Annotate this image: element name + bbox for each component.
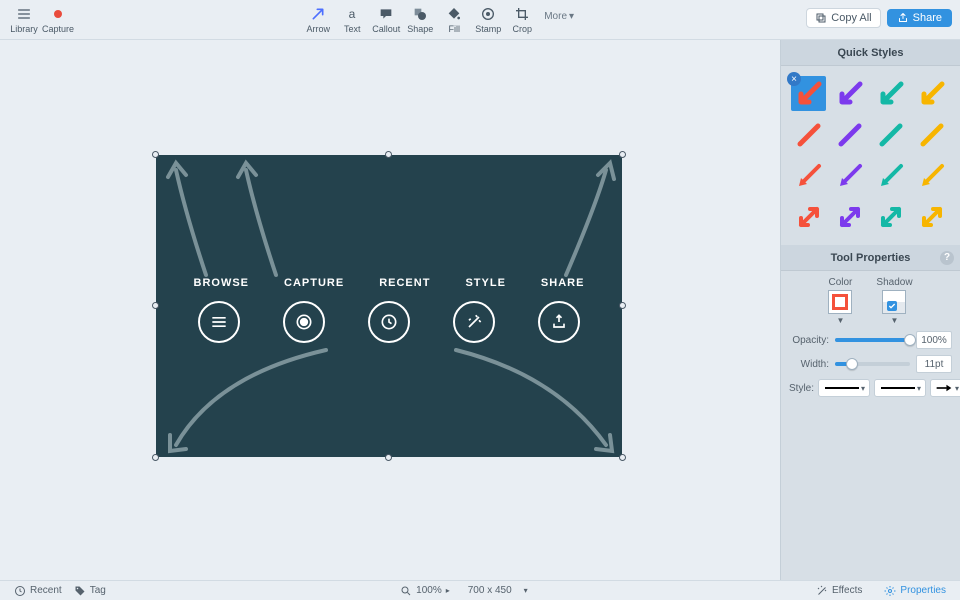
- canvas-label: SHARE: [541, 277, 585, 289]
- canvas-label: RECENT: [379, 277, 430, 289]
- quick-style-swatch[interactable]: [832, 117, 867, 152]
- text-icon: a: [344, 6, 360, 22]
- crop-tool[interactable]: Crop: [506, 4, 538, 34]
- width-label: Width:: [789, 359, 829, 370]
- dash-style-picker[interactable]: ▾: [874, 379, 926, 397]
- chevron-down-icon[interactable]: ▼: [891, 316, 899, 325]
- quick-style-swatch[interactable]: [791, 200, 826, 235]
- share-button[interactable]: Share: [887, 9, 952, 27]
- chevron-down-icon: ▸: [446, 586, 450, 595]
- canvas-dimensions: 700 x 450: [468, 585, 512, 596]
- width-value[interactable]: 11pt: [916, 355, 952, 373]
- quick-style-swatch[interactable]: ×: [791, 76, 826, 111]
- chevron-down-icon: ▾: [569, 11, 574, 22]
- quick-style-swatch[interactable]: [832, 200, 867, 235]
- share-circle-icon: [538, 301, 580, 343]
- more-tools[interactable]: More▾: [540, 6, 578, 26]
- crop-icon: [514, 6, 530, 22]
- canvas-label: CAPTURE: [284, 277, 344, 289]
- shadow-label: Shadow: [876, 277, 912, 288]
- fill-icon: [446, 6, 462, 22]
- quick-styles-grid: ×: [781, 66, 960, 245]
- canvas-label: BROWSE: [194, 277, 250, 289]
- canvas-image[interactable]: BROWSE CAPTURE RECENT STYLE SHARE: [156, 155, 622, 457]
- text-tool[interactable]: a Text: [336, 4, 368, 34]
- quick-style-swatch[interactable]: [791, 159, 826, 194]
- quick-style-swatch[interactable]: [915, 200, 950, 235]
- recent-button[interactable]: Recent: [8, 585, 68, 597]
- color-swatch[interactable]: [828, 290, 852, 314]
- capture-button[interactable]: Capture: [42, 4, 74, 34]
- opacity-label: Opacity:: [789, 335, 829, 346]
- check-icon: [887, 301, 897, 311]
- copy-all-button[interactable]: Copy All: [806, 8, 880, 28]
- tag-button[interactable]: Tag: [68, 585, 112, 597]
- chevron-down-icon[interactable]: ▾: [524, 586, 528, 595]
- shape-icon: [412, 6, 428, 22]
- quick-style-swatch[interactable]: [791, 117, 826, 152]
- quick-style-swatch[interactable]: [915, 159, 950, 194]
- style-label: Style:: [789, 383, 814, 394]
- help-icon[interactable]: ?: [940, 251, 954, 265]
- recent-circle-icon: [368, 301, 410, 343]
- properties-button[interactable]: Properties: [878, 585, 952, 597]
- wand-icon: [816, 585, 828, 597]
- tag-icon: [74, 585, 86, 597]
- zoom-icon: [400, 585, 412, 597]
- clock-icon: [14, 585, 26, 597]
- line-style-picker[interactable]: ▾: [818, 379, 870, 397]
- callout-icon: [378, 6, 394, 22]
- menu-icon: [16, 6, 32, 22]
- opacity-value[interactable]: 100%: [916, 331, 952, 349]
- quick-style-swatch[interactable]: [874, 200, 909, 235]
- stamp-icon: [480, 6, 496, 22]
- quick-style-swatch[interactable]: [915, 76, 950, 111]
- style-circle-icon: [453, 301, 495, 343]
- library-button[interactable]: Library: [8, 4, 40, 34]
- capture-circle-icon: [283, 301, 325, 343]
- svg-text:a: a: [349, 7, 356, 21]
- fill-tool[interactable]: Fill: [438, 4, 470, 34]
- quick-style-swatch[interactable]: [832, 159, 867, 194]
- gear-icon: [884, 585, 896, 597]
- tool-properties-header: Tool Properties ?: [781, 245, 960, 271]
- copy-icon: [815, 12, 827, 24]
- callout-tool[interactable]: Callout: [370, 4, 402, 34]
- zoom-control[interactable]: 100%▸: [394, 585, 456, 597]
- close-icon[interactable]: ×: [787, 72, 801, 86]
- browse-circle-icon: [198, 301, 240, 343]
- width-slider[interactable]: [835, 362, 910, 366]
- arrowhead-picker[interactable]: ▾: [930, 379, 960, 397]
- canvas-area[interactable]: BROWSE CAPTURE RECENT STYLE SHARE: [0, 40, 780, 580]
- library-label: Library: [10, 24, 38, 34]
- quick-styles-header: Quick Styles: [781, 40, 960, 66]
- quick-style-swatch[interactable]: [874, 117, 909, 152]
- quick-style-swatch[interactable]: [874, 159, 909, 194]
- color-label: Color: [828, 277, 852, 288]
- opacity-slider[interactable]: [835, 338, 910, 342]
- stamp-tool[interactable]: Stamp: [472, 4, 504, 34]
- quick-style-swatch[interactable]: [832, 76, 867, 111]
- quick-style-swatch[interactable]: [874, 76, 909, 111]
- shadow-swatch[interactable]: [882, 290, 906, 314]
- shape-tool[interactable]: Shape: [404, 4, 436, 34]
- effects-button[interactable]: Effects: [810, 585, 868, 597]
- record-icon: [50, 6, 66, 22]
- share-icon: [897, 12, 909, 24]
- capture-label: Capture: [42, 24, 74, 34]
- chevron-down-icon[interactable]: ▼: [836, 316, 844, 325]
- canvas-label: STYLE: [465, 277, 505, 289]
- quick-style-swatch[interactable]: [915, 117, 950, 152]
- arrow-tool[interactable]: Arrow: [302, 4, 334, 34]
- arrow-icon: [310, 6, 326, 22]
